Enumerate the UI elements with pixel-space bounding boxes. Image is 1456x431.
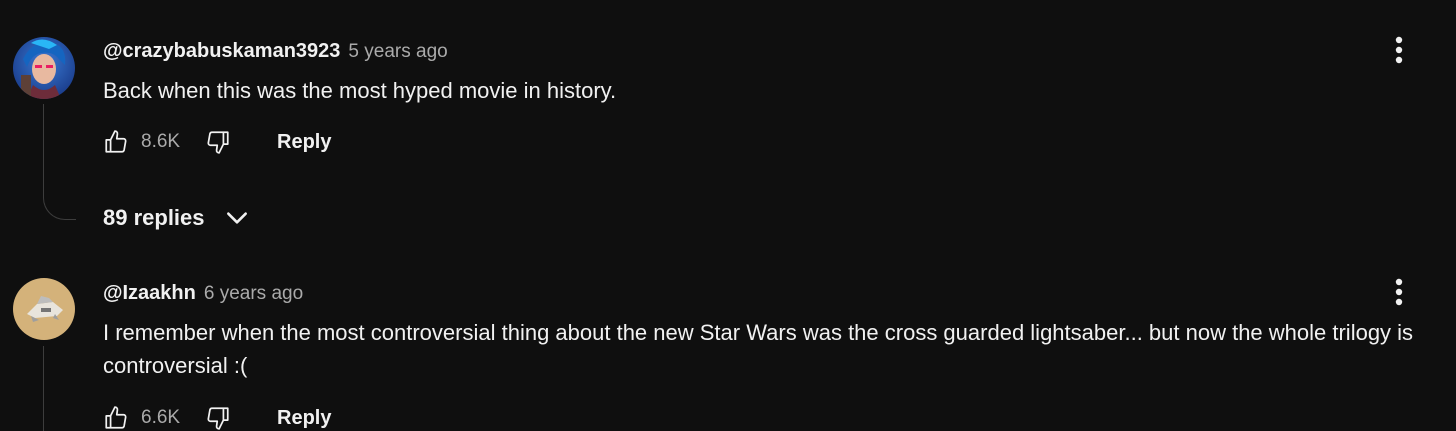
comment-thread: @Izaakhn 6 years ago I remember when the… <box>0 250 1456 431</box>
more-options-button[interactable] <box>1384 32 1414 68</box>
thumbs-down-icon <box>207 407 229 430</box>
reply-button[interactable]: Reply <box>277 131 331 154</box>
author-name[interactable]: @crazybabuskaman3923 <box>103 40 340 63</box>
dislike-button[interactable] <box>203 403 233 431</box>
dislike-button[interactable] <box>203 127 233 157</box>
comments-section: @crazybabuskaman3923 5 years ago Back wh… <box>0 0 1456 431</box>
thread-connector <box>43 185 76 220</box>
comment-header: @crazybabuskaman3923 5 years ago <box>103 40 448 63</box>
like-button[interactable] <box>101 127 131 157</box>
more-options-button[interactable] <box>1384 274 1414 310</box>
chevron-down-icon <box>223 204 251 232</box>
thumbs-down-icon <box>207 131 229 154</box>
comment-time[interactable]: 6 years ago <box>204 283 303 305</box>
comment-actions: 8.6K Reply <box>101 124 331 160</box>
comment-text: I remember when the most controversial t… <box>103 320 1414 378</box>
like-button[interactable] <box>101 403 131 431</box>
vertical-dots-icon <box>1395 36 1403 64</box>
comment-header: @Izaakhn 6 years ago <box>103 282 303 305</box>
avatar-image <box>13 37 75 99</box>
thumbs-up-icon <box>105 406 127 429</box>
comment-thread: @crazybabuskaman3923 5 years ago Back wh… <box>0 0 1456 250</box>
avatar[interactable] <box>13 278 75 340</box>
vertical-dots-icon <box>1395 278 1403 306</box>
avatar[interactable] <box>13 37 75 99</box>
like-count: 6.6K <box>141 407 181 428</box>
comment-text: Back when this was the most hyped movie … <box>103 78 617 103</box>
author-name[interactable]: @Izaakhn <box>103 282 196 305</box>
replies-count: 89 replies <box>103 205 205 230</box>
like-count: 8.6K <box>141 131 181 152</box>
comment-time[interactable]: 5 years ago <box>348 41 447 63</box>
comment-actions: 6.6K Reply <box>101 400 331 431</box>
reply-button[interactable]: Reply <box>277 407 331 430</box>
thread-line <box>43 104 44 190</box>
view-replies-button[interactable]: 89 replies <box>103 204 251 232</box>
avatar-image <box>13 278 75 340</box>
thread-line <box>43 346 44 431</box>
thumbs-up-icon <box>105 130 127 153</box>
